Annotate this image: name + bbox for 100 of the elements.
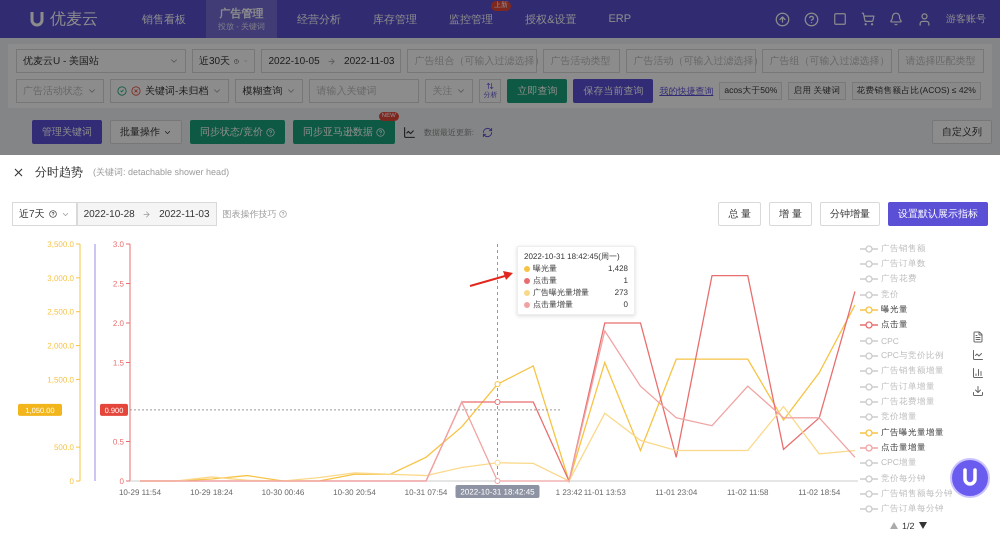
assistant-button[interactable] bbox=[950, 458, 990, 498]
help-icon bbox=[278, 210, 287, 218]
quick-query-link[interactable]: 我的快捷查询 bbox=[659, 84, 714, 98]
help-icon bbox=[48, 210, 57, 218]
cart-icon[interactable] bbox=[861, 12, 875, 26]
legend-item[interactable]: 广告销售额 bbox=[860, 241, 970, 256]
download-icon[interactable] bbox=[972, 385, 984, 397]
date-range-field[interactable]: 2022-10-28 2022-11-03 bbox=[76, 202, 217, 226]
y-tick-label: 2,000.0 bbox=[47, 342, 75, 351]
legend-item[interactable]: 竞价每分钟 bbox=[860, 470, 970, 486]
select-field[interactable]: 关键词-未归档 bbox=[110, 79, 230, 103]
toolbar-button[interactable]: 设置默认展示指标 bbox=[888, 202, 988, 226]
page-indicator: 1/2 bbox=[902, 520, 915, 531]
legend-item[interactable]: 广告花费增量 bbox=[860, 394, 970, 410]
legend-marker-icon bbox=[860, 382, 878, 391]
legend-item[interactable]: CPC与竞价比例 bbox=[860, 348, 970, 364]
action-button[interactable]: 同步状态/竞价 bbox=[190, 120, 285, 144]
legend-item[interactable]: 广告订单数 bbox=[860, 256, 970, 272]
legend-item[interactable]: 广告销售额每分钟 bbox=[860, 486, 970, 502]
legend-item[interactable]: 点击量 bbox=[860, 318, 970, 333]
close-icon[interactable] bbox=[12, 166, 25, 178]
action-button[interactable]: 同步亚马逊数据 bbox=[292, 120, 395, 144]
y2-tick-label: 0.5 bbox=[112, 438, 125, 446]
chart-icon[interactable] bbox=[402, 126, 416, 138]
series-dot bbox=[524, 278, 530, 284]
legend-item[interactable]: 广告花费 bbox=[860, 272, 970, 287]
query-button[interactable]: 保存当前查询 bbox=[573, 79, 654, 103]
toolbar-button[interactable]: 增 量 bbox=[769, 202, 812, 226]
y-tick-label: 3,000.0 bbox=[47, 274, 75, 283]
select-field[interactable]: 近30天 bbox=[192, 49, 256, 73]
series-dot bbox=[524, 266, 530, 272]
x-circle-icon bbox=[131, 86, 141, 96]
arrow-right-icon bbox=[142, 210, 152, 218]
legend-item[interactable]: 广告订单每分钟 bbox=[860, 502, 970, 517]
logo-text: 优麦云 bbox=[50, 10, 98, 30]
bell-icon[interactable] bbox=[889, 12, 903, 26]
y2-tick-label: 3.0 bbox=[112, 240, 125, 249]
select-field[interactable]: 优麦云U - 美国站 bbox=[16, 49, 186, 73]
legend-item[interactable]: 竞价增量 bbox=[860, 410, 970, 425]
legend-item[interactable]: 广告销售额增量 bbox=[860, 364, 970, 379]
nav-tab[interactable]: ERP bbox=[596, 0, 644, 38]
upload-icon[interactable] bbox=[775, 12, 790, 26]
logo-icon bbox=[961, 468, 979, 488]
y2-tick-label: 0 bbox=[120, 477, 125, 486]
quick-query-tag[interactable]: acos大于50% bbox=[719, 82, 782, 100]
legend-marker-icon bbox=[860, 505, 878, 514]
toolbar-button[interactable]: 总 量 bbox=[718, 202, 762, 226]
series-name: 点击量增量 bbox=[533, 299, 573, 310]
nav-tab[interactable]: 销售看板 bbox=[130, 0, 198, 38]
legend-item[interactable]: 广告曝光量增量 bbox=[860, 424, 970, 440]
custom-columns-button[interactable]: 自定义列 bbox=[932, 120, 992, 144]
y-tick-label: 0 bbox=[70, 477, 75, 486]
legend-item[interactable]: CPC bbox=[860, 332, 970, 348]
avatar-icon[interactable] bbox=[917, 12, 932, 26]
legend-marker-icon bbox=[860, 398, 878, 406]
legend-marker-icon bbox=[860, 413, 878, 422]
legend-item[interactable]: 点击量增量 bbox=[860, 440, 970, 456]
user-name[interactable]: 游客账号 bbox=[946, 12, 986, 26]
y-tick-label: 500.0 bbox=[54, 443, 75, 452]
series-value: 0 bbox=[624, 300, 628, 309]
check-circle-icon bbox=[117, 86, 127, 96]
series-dot bbox=[524, 302, 530, 308]
x-tick-label: 10-29 18:24 bbox=[190, 488, 234, 497]
line-chart-icon[interactable] bbox=[972, 349, 984, 361]
x-tick-label: 11-01 23:04 bbox=[655, 488, 698, 497]
y2-tick-label: 1.5 bbox=[112, 358, 125, 368]
nav-tab[interactable]: 经营分析 bbox=[285, 0, 354, 38]
help-icon[interactable] bbox=[804, 12, 819, 26]
quick-query-tag[interactable]: 花费销售额占比(ACOS) ≤ 42% bbox=[852, 82, 981, 100]
legend-item[interactable]: CPC增量 bbox=[860, 456, 970, 471]
legend-marker-icon bbox=[860, 336, 878, 345]
toolbar-button[interactable]: 分钟增量 bbox=[820, 202, 880, 226]
select-field[interactable]: 模糊查询 bbox=[235, 79, 304, 103]
chart-tips-link[interactable]: 图表操作技巧 bbox=[222, 208, 277, 220]
legend-item[interactable]: 竞价 bbox=[860, 286, 970, 302]
action-button[interactable]: 批量操作 bbox=[110, 120, 182, 144]
arrow-right-icon bbox=[327, 56, 336, 66]
legend-item[interactable]: 广告订单增量 bbox=[860, 378, 970, 394]
series-value: 273 bbox=[614, 288, 628, 297]
date-range-field[interactable]: 2022-10-05 2022-11-03 bbox=[261, 49, 402, 73]
legend-marker-icon bbox=[860, 290, 878, 299]
legend-marker-icon bbox=[860, 275, 878, 284]
square-icon[interactable] bbox=[833, 12, 847, 26]
nav-tab[interactable]: 授权&设置 bbox=[513, 0, 588, 38]
caret-down-icon[interactable] bbox=[918, 522, 927, 530]
legend-marker-icon bbox=[860, 490, 878, 498]
legend-marker-icon bbox=[860, 260, 878, 268]
document-icon[interactable] bbox=[972, 331, 984, 343]
data-point bbox=[494, 478, 500, 484]
refresh-icon[interactable] bbox=[482, 126, 494, 138]
action-button[interactable]: 管理关键词 bbox=[32, 120, 102, 144]
sort-arrows-icon bbox=[486, 82, 494, 90]
range-select[interactable]: 近7天 bbox=[12, 202, 77, 226]
quick-query-tag[interactable]: 启用 关键词 bbox=[788, 82, 846, 100]
nav-tab[interactable]: 库存管理 bbox=[361, 0, 430, 38]
bar-chart-icon[interactable] bbox=[972, 367, 984, 379]
legend-item[interactable]: 曝光量 bbox=[860, 302, 970, 318]
query-button[interactable]: 立即查询 bbox=[507, 79, 568, 103]
dialog-subtitle: (关键词: detachable shower head) bbox=[93, 166, 230, 178]
y-tick-label: 2,500.0 bbox=[47, 308, 75, 317]
